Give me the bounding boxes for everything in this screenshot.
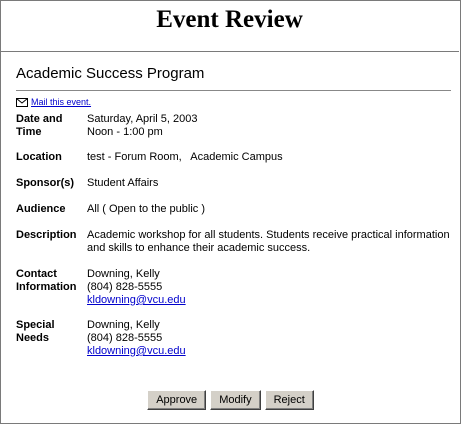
contact-name: Downing, Kelly (87, 268, 160, 280)
page-header: Event Review (0, 0, 459, 52)
special-needs-phone: (804) 828-5555 (87, 332, 163, 344)
special-needs-name: Downing, Kelly (87, 319, 160, 331)
contact-phone: (804) 828-5555 (87, 281, 163, 293)
description-value: Academic workshop for all students. Stud… (87, 229, 450, 254)
sponsor-row: Sponsor(s) Student Affairs (16, 177, 452, 190)
special-needs-value: Downing, Kelly (804) 828-5555 kldowning@… (87, 319, 452, 358)
location-value: test - Forum Room, Academic Campus (87, 151, 283, 163)
audience-value: All ( Open to the public ) (87, 203, 206, 215)
description-label: Description (16, 229, 77, 241)
approve-button[interactable]: Approve (147, 390, 207, 410)
location-label: Location (16, 151, 62, 163)
audience-label: Audience (16, 203, 66, 215)
divider (16, 90, 451, 91)
date-time-label: Date and Time (16, 113, 63, 138)
special-needs-label: Special Needs (16, 319, 55, 344)
modify-button[interactable]: Modify (210, 390, 261, 410)
sponsor-label: Sponsor(s) (16, 177, 75, 189)
audience-row: Audience All ( Open to the public ) (16, 203, 452, 216)
contact-label: Contact Information (16, 268, 77, 293)
location-row: Location test - Forum Room, Academic Cam… (16, 151, 452, 164)
special-needs-row: Special Needs Downing, Kelly (804) 828-5… (16, 319, 452, 358)
page-title: Event Review (156, 6, 303, 33)
envelope-icon[interactable] (16, 98, 28, 107)
date-time-value: Saturday, April 5, 2003 Noon - 1:00 pm (87, 113, 452, 139)
sponsor-value: Student Affairs (87, 177, 159, 189)
mail-event-row: Mail this event. (16, 97, 91, 108)
event-time: Noon - 1:00 pm (87, 126, 163, 138)
description-row: Description Academic workshop for all st… (16, 229, 452, 255)
reject-button[interactable]: Reject (264, 390, 314, 410)
special-needs-email-link[interactable]: kldowning@vcu.edu (87, 345, 186, 357)
mail-event-link[interactable]: Mail this event. (31, 97, 91, 108)
event-title: Academic Success Program (16, 65, 205, 82)
event-date: Saturday, April 5, 2003 (87, 113, 198, 125)
contact-email-link[interactable]: kldowning@vcu.edu (87, 294, 186, 306)
contact-row: Contact Information Downing, Kelly (804)… (16, 268, 452, 307)
contact-value: Downing, Kelly (804) 828-5555 kldowning@… (87, 268, 452, 307)
date-time-row: Date and Time Saturday, April 5, 2003 No… (16, 113, 452, 139)
action-buttons: Approve Modify Reject (0, 390, 461, 410)
